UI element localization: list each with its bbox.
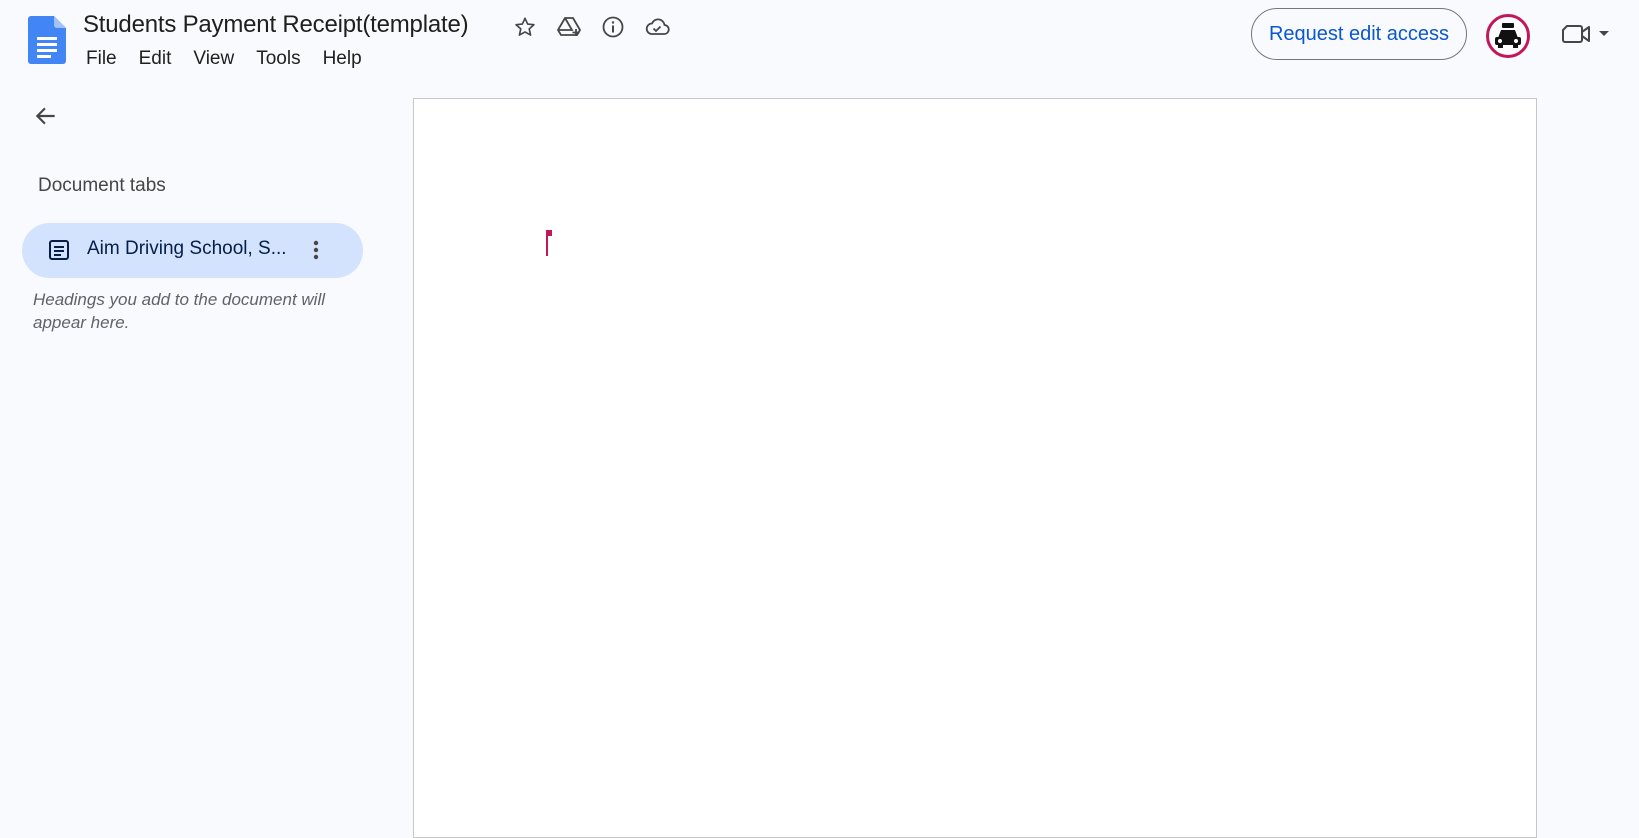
document-page[interactable]	[413, 98, 1537, 838]
video-camera-icon	[1562, 25, 1590, 43]
document-title[interactable]: Students Payment Receipt(template)	[83, 11, 469, 39]
info-icon[interactable]	[600, 14, 626, 40]
car-logo-icon	[1495, 23, 1521, 48]
menu-edit[interactable]: Edit	[128, 46, 183, 72]
document-tab-label: Aim Driving School, S...	[87, 238, 287, 259]
chevron-down-icon	[1599, 31, 1609, 36]
cloud-saved-icon[interactable]	[644, 14, 670, 40]
request-edit-access-button[interactable]: Request edit access	[1251, 8, 1467, 60]
menu-bar: File Edit View Tools Help	[75, 46, 373, 72]
sidebar-heading: Document tabs	[38, 175, 166, 196]
top-bar: Students Payment Receipt(template) File …	[0, 0, 1639, 80]
headings-hint: Headings you add to the document will ap…	[33, 290, 326, 332]
star-icon[interactable]	[512, 14, 538, 40]
avatar[interactable]	[1486, 14, 1530, 58]
document-tab-icon	[49, 240, 69, 260]
title-actions	[512, 14, 670, 40]
meet-button[interactable]	[1562, 22, 1610, 46]
collaborator-cursor	[546, 230, 552, 256]
document-tab-item[interactable]: Aim Driving School, S...	[22, 223, 363, 278]
menu-view[interactable]: View	[182, 46, 245, 72]
back-arrow-icon[interactable]	[30, 100, 62, 132]
more-options-icon[interactable]	[302, 236, 330, 264]
menu-tools[interactable]: Tools	[245, 46, 311, 72]
move-to-drive-icon[interactable]	[556, 14, 582, 40]
menu-file[interactable]: File	[75, 46, 128, 72]
google-docs-logo-icon[interactable]	[28, 16, 66, 64]
menu-help[interactable]: Help	[312, 46, 373, 72]
